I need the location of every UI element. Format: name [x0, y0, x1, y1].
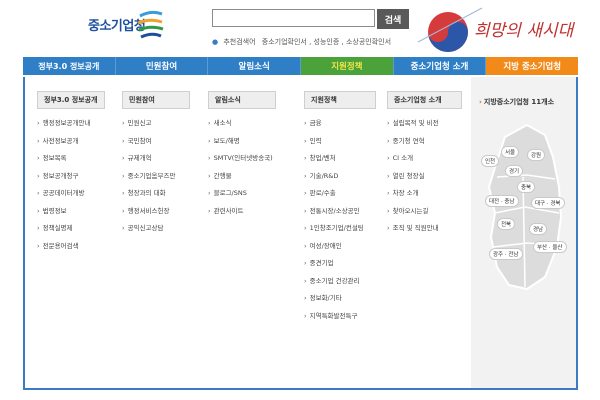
menu-link[interactable]: 인력 [304, 133, 376, 151]
bullet-icon: ● [212, 38, 219, 46]
menu-link[interactable]: 여성/장애인 [304, 238, 376, 256]
menu-link[interactable]: 행정정보공개안내 [37, 115, 105, 133]
menu-link[interactable]: 간행물 [208, 168, 276, 186]
slogan-banner: 희망의 새시대 [412, 2, 592, 54]
korea-map: 서울 강원 인천 경기 충북 대전 · 충남 대구 · 경북 전북 경남 부산 … [475, 117, 573, 297]
region-daejeon-chungnam[interactable]: 대전 · 충남 [485, 195, 519, 207]
menu-link[interactable]: SMTV(인터넷방송국) [208, 150, 276, 168]
taegeuk-icon: 희망의 새시대 [417, 7, 576, 52]
menu-link[interactable]: 정보공개청구 [37, 168, 105, 186]
nav-civil-participation[interactable]: 민원참여 [116, 57, 209, 75]
nav-news[interactable]: 알림소식 [208, 57, 302, 75]
nav-regional-offices[interactable]: 지방 중소기업청 [486, 57, 579, 75]
menu-link[interactable]: 전문용어검색 [37, 238, 105, 256]
menu-link[interactable]: 법령정보 [37, 203, 105, 221]
menu-link[interactable]: 새소식 [208, 115, 276, 133]
menu-column-support: 지원정책 금융 인력 창업/벤처 기술/R&D 판로/수출 전통시장/소상공인 … [304, 91, 376, 325]
menu-link[interactable]: 중소기업 건강관리 [304, 273, 376, 291]
slogan-text: 희망의 새시대 [474, 21, 576, 41]
column-heading[interactable]: 정부3.0 정보공개 [37, 91, 105, 109]
search-button[interactable]: 검색 [377, 9, 409, 29]
menu-column-open-info: 정부3.0 정보공개 행정정보공개안내 사전정보공개 정보목록 정보공개청구 공… [37, 91, 105, 255]
logo[interactable]: 중소기업청 [88, 8, 168, 44]
menu-link[interactable]: 규제개혁 [122, 150, 190, 168]
nav-open-info[interactable]: 정부3.0 정보공개 [23, 57, 116, 75]
menu-link[interactable]: 중소기업옴부즈만 [122, 168, 190, 186]
regional-offices-title: › 지방중소기업청 11개소 [479, 98, 555, 106]
menu-link[interactable]: 기술/R&D [304, 168, 376, 186]
menu-column-civil: 민원참여 민원신고 국민참여 규제개혁 중소기업옴부즈만 청장과의 대화 행정서… [122, 91, 190, 238]
region-chungbuk[interactable]: 충북 [517, 181, 536, 193]
region-gyeongnam[interactable]: 경남 [529, 223, 548, 235]
menu-link[interactable]: CI 소개 [387, 150, 462, 168]
menu-link[interactable]: 판로/수출 [304, 185, 376, 203]
menu-link[interactable]: 중견기업 [304, 255, 376, 273]
menu-link[interactable]: 금융 [304, 115, 376, 133]
recommend-terms[interactable]: 중소기업확인서 , 성능인증 , 소상공인확인서 [262, 38, 391, 46]
menu-link[interactable]: 찾아오시는길 [387, 203, 462, 221]
arrow-right-icon: › [479, 98, 482, 106]
menu-link[interactable]: 열린 청장실 [387, 168, 462, 186]
menu-link[interactable]: 공익신고상담 [122, 220, 190, 238]
menu-link[interactable]: 차장 소개 [387, 185, 462, 203]
recommended-search: ● 추천검색어 중소기업확인서 , 성능인증 , 소상공인확인서 [212, 37, 391, 47]
region-jeonbuk[interactable]: 전북 [497, 218, 516, 230]
region-daegu-gyeongbuk[interactable]: 대구 · 경북 [531, 197, 565, 209]
menu-link[interactable]: 민원신고 [122, 115, 190, 133]
menu-link[interactable]: 관련사이트 [208, 203, 276, 221]
menu-link[interactable]: 국민참여 [122, 133, 190, 151]
menu-link[interactable]: 행정서비스헌장 [122, 203, 190, 221]
menu-link[interactable]: 정보화/기타 [304, 290, 376, 308]
regional-offices-panel: › 지방중소기업청 11개소 서울 강원 인천 경기 충북 대전 · 충남 대구 … [471, 77, 576, 388]
column-heading[interactable]: 지원정책 [304, 91, 376, 109]
region-busan-ulsan[interactable]: 부산 · 울산 [533, 241, 567, 253]
region-seoul[interactable]: 서울 [501, 146, 520, 158]
column-heading[interactable]: 알림소식 [208, 91, 276, 109]
menu-column-news: 알림소식 새소식 보도/해명 SMTV(인터넷방송국) 간행물 블로그/SNS … [208, 91, 276, 220]
menu-link[interactable]: 사전정보공개 [37, 133, 105, 151]
column-heading[interactable]: 민원참여 [122, 91, 190, 109]
menu-link[interactable]: 조직 및 직원안내 [387, 220, 462, 238]
region-gwangju-jeonnam[interactable]: 광주 · 전남 [489, 248, 523, 260]
region-gyeonggi[interactable]: 경기 [505, 165, 524, 177]
menu-column-about: 중소기업청 소개 설립목적 및 비전 중기청 연혁 CI 소개 열린 청장실 차… [387, 91, 462, 238]
menu-link[interactable]: 정책실명제 [37, 220, 105, 238]
main-nav: 정부3.0 정보공개 민원참여 알림소식 지원정책 중소기업청 소개 지방 중소… [23, 57, 579, 75]
mega-menu-panel: 정부3.0 정보공개 행정정보공개안내 사전정보공개 정보목록 정보공개청구 공… [23, 77, 578, 390]
nav-about[interactable]: 중소기업청 소개 [394, 57, 487, 75]
menu-link[interactable]: 블로그/SNS [208, 185, 276, 203]
menu-link[interactable]: 보도/해명 [208, 133, 276, 151]
menu-link[interactable]: 공공데이터개방 [37, 185, 105, 203]
menu-link[interactable]: 정보목록 [37, 150, 105, 168]
column-heading[interactable]: 중소기업청 소개 [387, 91, 462, 109]
menu-link[interactable]: 지역특화발전특구 [304, 308, 376, 326]
menu-link[interactable]: 창업/벤처 [304, 150, 376, 168]
region-gangwon[interactable]: 강원 [527, 149, 546, 161]
nav-support-policy[interactable]: 지원정책 [301, 57, 394, 75]
menu-link[interactable]: 1인창조기업/컨설팅 [304, 220, 376, 238]
logo-emblem-icon [137, 10, 164, 39]
menu-link[interactable]: 설립목적 및 비전 [387, 115, 462, 133]
menu-link[interactable]: 전통시장/소상공인 [304, 203, 376, 221]
menu-link[interactable]: 청장과의 대화 [122, 185, 190, 203]
menu-link[interactable]: 중기청 연혁 [387, 133, 462, 151]
recommend-label: 추천검색어 [223, 38, 256, 46]
region-incheon[interactable]: 인천 [481, 155, 500, 167]
search-input[interactable] [212, 9, 375, 27]
